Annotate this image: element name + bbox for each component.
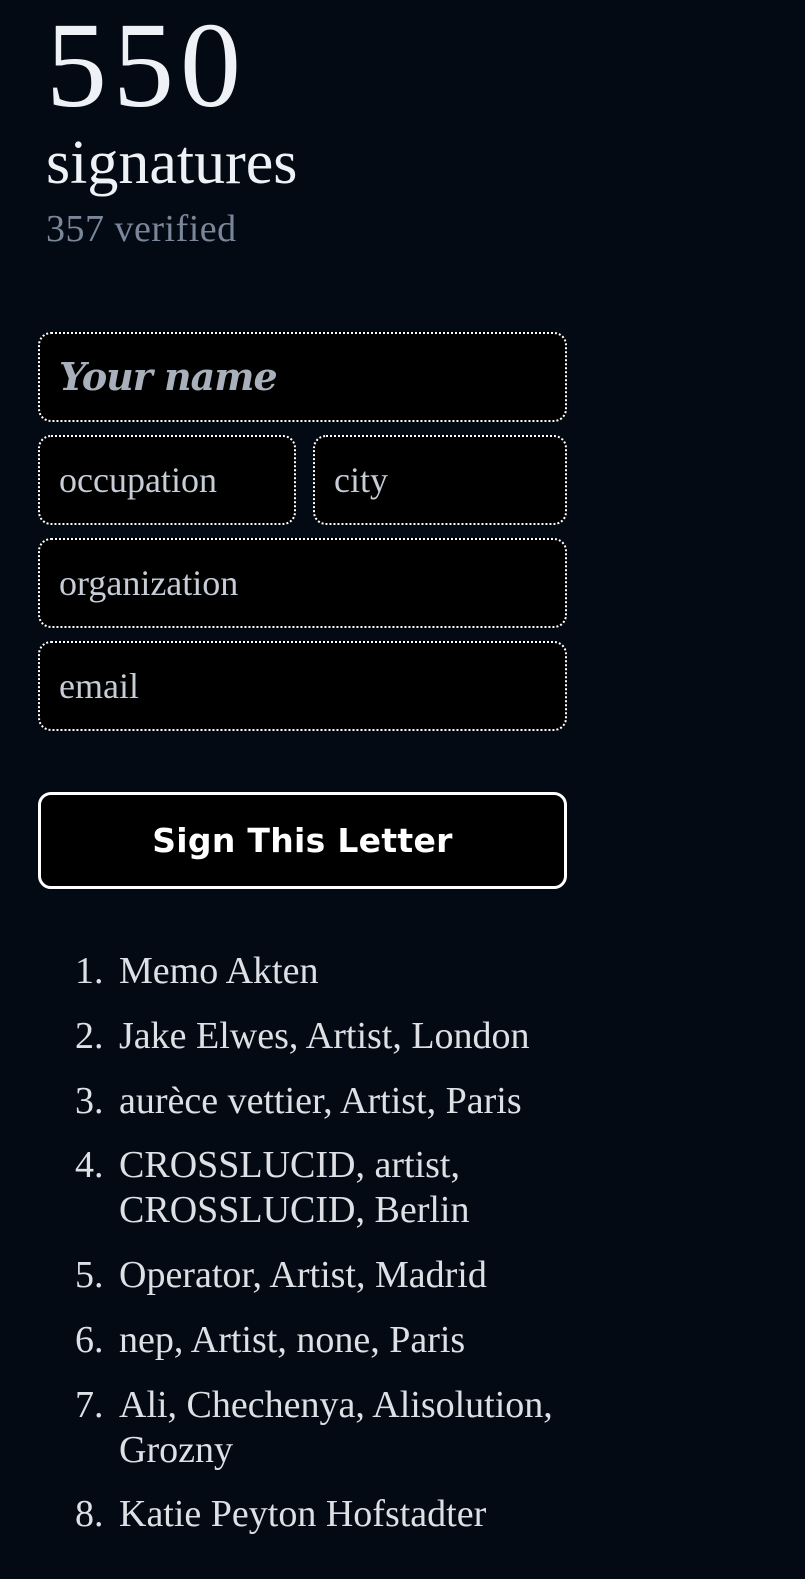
signature-index: 3. — [75, 1079, 104, 1122]
signature-form: Your name occupation city organization e… — [0, 248, 805, 731]
signature-entry-text: Memo Akten — [119, 949, 319, 992]
signature-index: 4. — [75, 1144, 104, 1187]
email-field[interactable]: email — [38, 640, 567, 731]
signature-entry-text: CROSSLUCID, artist, CROSSLUCID, Berlin — [119, 1144, 470, 1232]
occupation-field[interactable]: occupation — [38, 434, 296, 525]
organization-placeholder: organization — [59, 562, 239, 603]
email-placeholder: email — [59, 665, 139, 706]
signature-list-item: 8. Katie Peyton Hofstadter — [75, 1492, 575, 1537]
city-field[interactable]: city — [313, 434, 567, 525]
signature-index: 2. — [75, 1014, 104, 1057]
signature-count: 550 — [46, 0, 247, 133]
signature-list-item: 2. Jake Elwes, Artist, London — [75, 1014, 575, 1059]
signature-entry-text: Katie Peyton Hofstadter — [119, 1493, 487, 1536]
signature-list: 1. Memo Akten 2. Jake Elwes, Artist, London… — [0, 889, 805, 1537]
signature-entry-text: Ali, Chechenya, Alisolution, Grozny — [119, 1383, 553, 1471]
name-placeholder: Your name — [59, 353, 278, 399]
occupation-placeholder: occupation — [59, 459, 217, 500]
name-row: Your name — [38, 331, 805, 422]
signature-index: 6. — [75, 1318, 104, 1361]
signature-list-item: 5. Operator, Artist, Madrid — [75, 1253, 575, 1298]
signature-list-item: 4. CROSSLUCID, artist, CROSSLUCID, Berlin — [75, 1143, 575, 1233]
verified-count-label: 357 verified — [46, 207, 237, 250]
city-placeholder: city — [334, 459, 388, 500]
signature-index: 7. — [75, 1383, 104, 1426]
signature-index: 5. — [75, 1254, 104, 1297]
name-field[interactable]: Your name — [38, 331, 567, 422]
email-row: email — [38, 640, 805, 731]
signature-entry-text: nep, Artist, none, Paris — [119, 1318, 466, 1361]
submit-row: Sign This Letter — [0, 744, 805, 889]
occupation-city-row: occupation city — [38, 434, 805, 525]
signature-index: 1. — [75, 949, 104, 992]
signature-entry-text: aurèce vettier, Artist, Paris — [119, 1079, 522, 1122]
signature-entry-text: Operator, Artist, Madrid — [119, 1254, 487, 1297]
organization-row: organization — [38, 537, 805, 628]
signature-counter: 550 signatures 357 verified — [0, 0, 805, 248]
signature-list-item: 3. aurèce vettier, Artist, Paris — [75, 1079, 575, 1124]
signature-list-item: 7. Ali, Chechenya, Alisolution, Grozny — [75, 1383, 575, 1473]
organization-field[interactable]: organization — [38, 537, 567, 628]
sign-this-letter-button[interactable]: Sign This Letter — [38, 791, 567, 889]
signature-page: 550 signatures 357 verified Your name oc… — [0, 0, 805, 1579]
signature-index: 8. — [75, 1493, 104, 1536]
signature-list-item: 6. nep, Artist, none, Paris — [75, 1318, 575, 1363]
signature-entry-text: Jake Elwes, Artist, London — [119, 1014, 530, 1057]
signature-list-item: 1. Memo Akten — [75, 949, 575, 994]
signature-count-label: signatures — [46, 128, 298, 197]
